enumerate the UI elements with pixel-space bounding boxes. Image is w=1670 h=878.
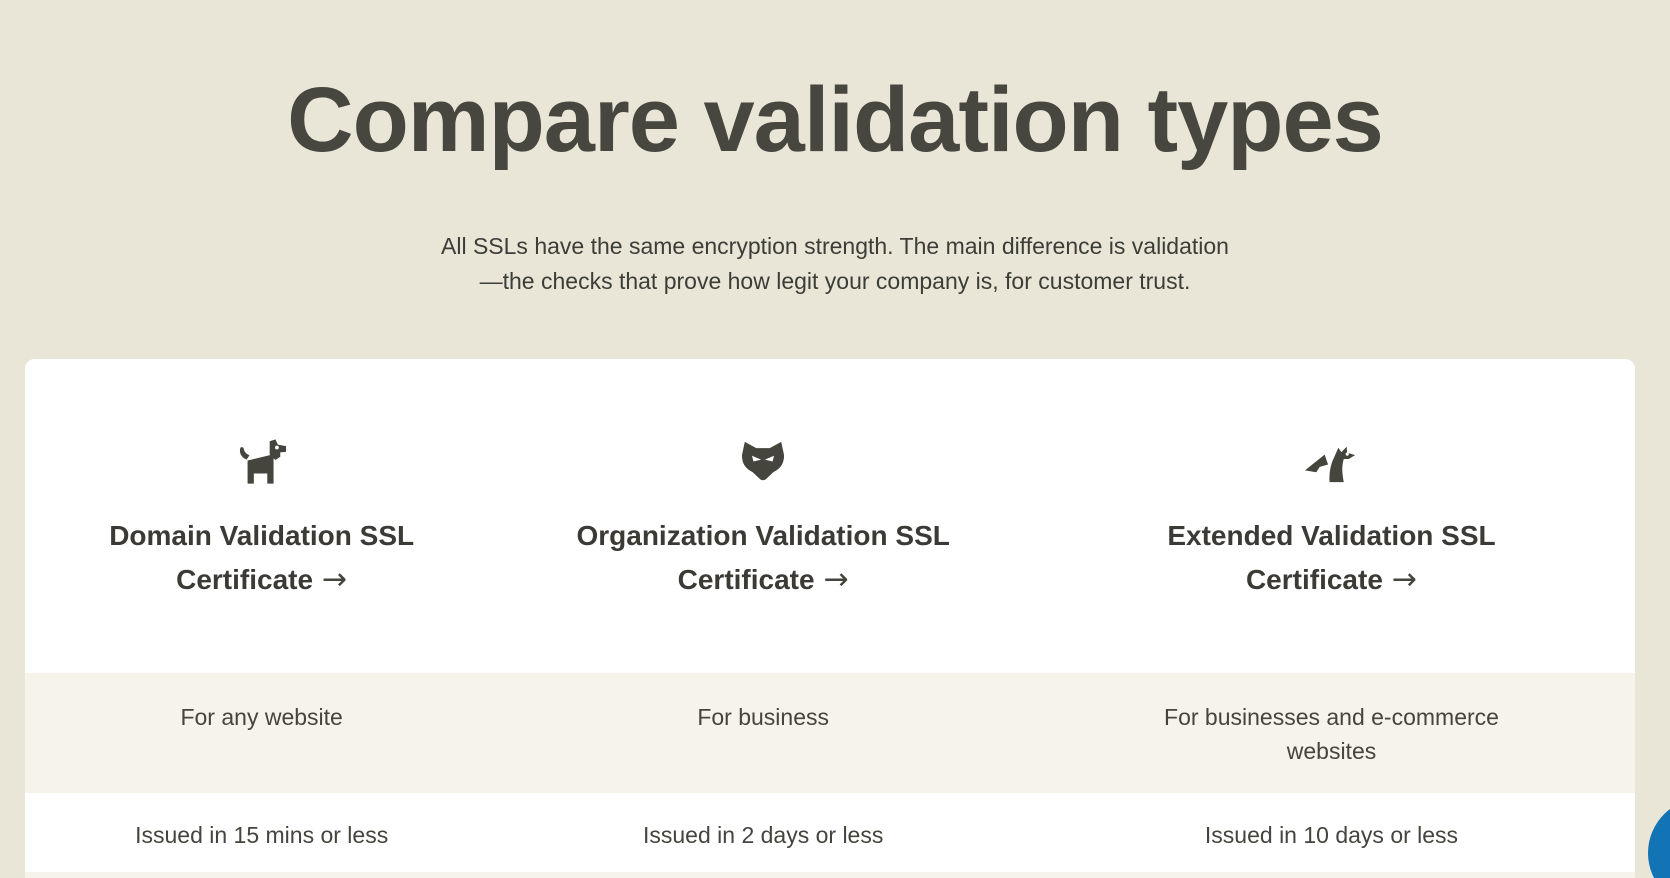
validation-comparison-card: Domain Validation SSL Certificate→ Organ… <box>25 359 1635 878</box>
arrow-right-icon: → <box>1392 562 1417 597</box>
dragon-icon <box>1303 437 1360 485</box>
table-row-next-partial <box>25 872 1635 878</box>
audience-text: For any website <box>57 700 467 734</box>
issuance-text: Issued in 15 mins or less <box>135 822 388 848</box>
ssl-title-text: Organization Validation SSL Certificate <box>576 520 949 595</box>
audience-text: For business <box>558 700 968 734</box>
subtitle-line-1: All SSLs have the same encryption streng… <box>0 229 1670 264</box>
ssl-title-text: Extended Validation SSL Certificate <box>1167 520 1495 595</box>
page-subtitle: All SSLs have the same encryption streng… <box>0 229 1670 299</box>
wolf-icon <box>740 437 786 485</box>
audience-text: For businesses and e-commerce websites <box>1127 700 1537 768</box>
domain-validation-ssl-link[interactable]: Domain Validation SSL Certificate→ <box>42 514 482 602</box>
column-organization-validation: Organization Validation SSL Certificate→ <box>498 359 1028 673</box>
audience-cell-organization: For business <box>498 673 1028 793</box>
issuance-text: Issued in 10 days or less <box>1205 822 1458 848</box>
organization-validation-ssl-link[interactable]: Organization Validation SSL Certificate→ <box>543 514 983 602</box>
arrow-right-icon: → <box>824 562 849 597</box>
issuance-cell-organization: Issued in 2 days or less <box>498 793 1028 872</box>
audience-cell-extended: For businesses and e-commerce websites <box>1028 673 1635 793</box>
issuance-cell-extended: Issued in 10 days or less <box>1028 793 1635 872</box>
audience-cell-domain: For any website <box>25 673 498 793</box>
hero-section: Compare validation types All SSLs have t… <box>0 0 1670 299</box>
table-header-row: Domain Validation SSL Certificate→ Organ… <box>25 359 1635 673</box>
ssl-title-text: Domain Validation SSL Certificate <box>109 520 414 595</box>
column-extended-validation: Extended Validation SSL Certificate→ <box>1028 359 1635 673</box>
issuance-text: Issued in 2 days or less <box>643 822 883 848</box>
chat-bubble-button[interactable] <box>1648 798 1670 878</box>
table-row-audience: For any website For business For busines… <box>25 673 1635 793</box>
page: Compare validation types All SSLs have t… <box>0 0 1670 878</box>
dog-icon <box>237 437 287 485</box>
table-row-issuance: Issued in 15 mins or less Issued in 2 da… <box>25 793 1635 872</box>
page-title: Compare validation types <box>0 68 1670 174</box>
arrow-right-icon: → <box>322 562 347 597</box>
subtitle-line-2: —the checks that prove how legit your co… <box>0 264 1670 299</box>
extended-validation-ssl-link[interactable]: Extended Validation SSL Certificate→ <box>1112 514 1552 602</box>
issuance-cell-domain: Issued in 15 mins or less <box>25 793 498 872</box>
column-domain-validation: Domain Validation SSL Certificate→ <box>25 359 498 673</box>
